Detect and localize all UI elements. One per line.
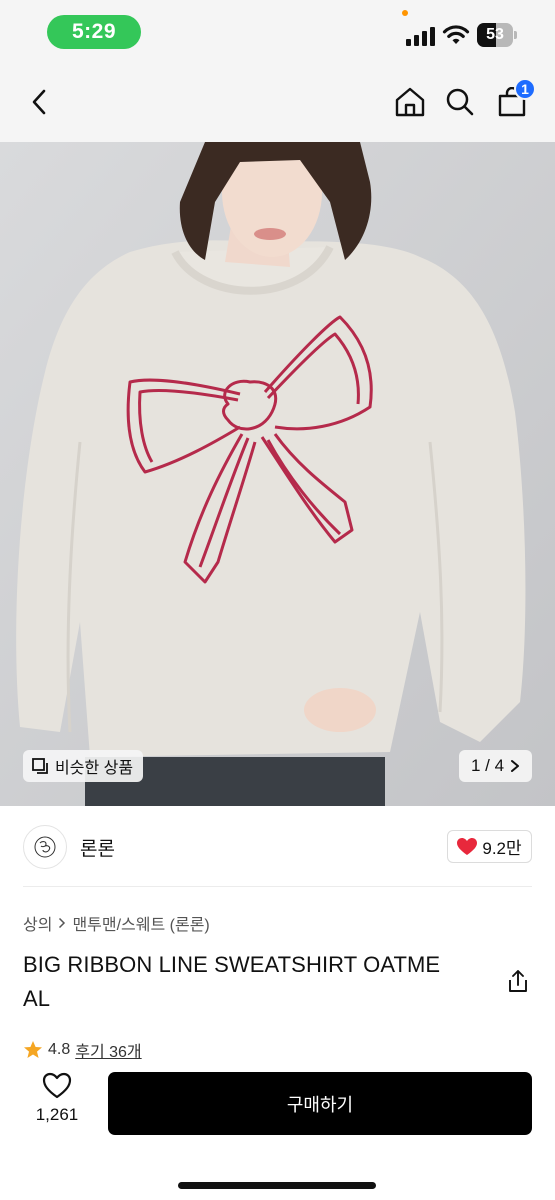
product-photo <box>0 142 555 806</box>
wishlist-count: 1,261 <box>35 1105 79 1124</box>
top-nav-bar: 1 <box>0 64 555 142</box>
chevron-right-icon <box>59 917 66 929</box>
image-counter: 1 / 4 <box>470 756 505 775</box>
buy-button[interactable]: 구매하기 <box>108 1072 532 1135</box>
breadcrumb-subcategory[interactable]: 맨투맨/스웨트 (론론) <box>72 911 209 935</box>
back-icon <box>32 89 46 115</box>
brand-name[interactable]: 론론 <box>80 834 115 861</box>
chevron-right-icon <box>511 760 520 772</box>
search-icon <box>446 88 474 116</box>
breadcrumb-category[interactable]: 상의 <box>23 911 52 935</box>
copy-icon <box>32 758 48 774</box>
product-image-carousel[interactable]: 비슷한 상품 1 / 4 <box>0 142 555 806</box>
product-title-line-2: AL <box>23 986 51 1011</box>
category-breadcrumb: 상의 맨투맨/스웨트 (론론) <box>23 911 210 935</box>
battery-level: 53 <box>486 26 504 43</box>
similar-products-button[interactable]: 비슷한 상품 <box>23 750 144 782</box>
wifi-icon <box>442 24 470 46</box>
brand-logo-mark <box>34 836 56 858</box>
home-indicator <box>178 1182 376 1189</box>
signal-icon <box>406 26 436 46</box>
rating-score: 4.8 <box>48 1041 71 1058</box>
product-title: BIG RIBBON LINE SWEATSHIRT OATME AL <box>23 948 493 1016</box>
divider <box>23 886 532 887</box>
image-counter-button[interactable]: 1 / 4 <box>459 750 532 782</box>
cart-button[interactable]: 1 <box>492 78 536 122</box>
similar-products-label: 비슷한 상품 <box>55 760 134 777</box>
back-button[interactable] <box>20 82 60 122</box>
heart-outline-icon <box>42 1072 72 1099</box>
battery-icon: 53 <box>477 23 518 47</box>
brand-row: 론론 9.2만 <box>0 806 555 886</box>
share-button[interactable] <box>503 966 533 996</box>
home-icon <box>395 87 425 117</box>
product-title-line-1: BIG RIBBON LINE SWEATSHIRT OATME <box>23 952 441 977</box>
status-bar: 5:29 53 <box>0 0 555 64</box>
brand-like-button[interactable]: 9.2만 <box>447 830 532 863</box>
cart-count-badge: 1 <box>514 78 536 100</box>
rating-row: 4.8 후기 36개 <box>23 1038 142 1062</box>
wishlist-button[interactable]: 1,261 <box>28 1072 86 1136</box>
home-button[interactable] <box>390 82 430 122</box>
privacy-indicator-dot <box>402 10 408 16</box>
brand-logo[interactable] <box>23 825 67 869</box>
share-icon <box>509 970 527 992</box>
star-icon <box>24 1041 42 1058</box>
bottom-action-bar: 1,261 구매하기 <box>0 1060 555 1200</box>
heart-filled-icon <box>457 837 478 855</box>
brand-like-count: 9.2만 <box>482 839 522 858</box>
status-time: 5:29 <box>47 15 141 49</box>
search-button[interactable] <box>440 82 480 122</box>
review-count-link[interactable]: 후기 36개 <box>75 1038 141 1062</box>
